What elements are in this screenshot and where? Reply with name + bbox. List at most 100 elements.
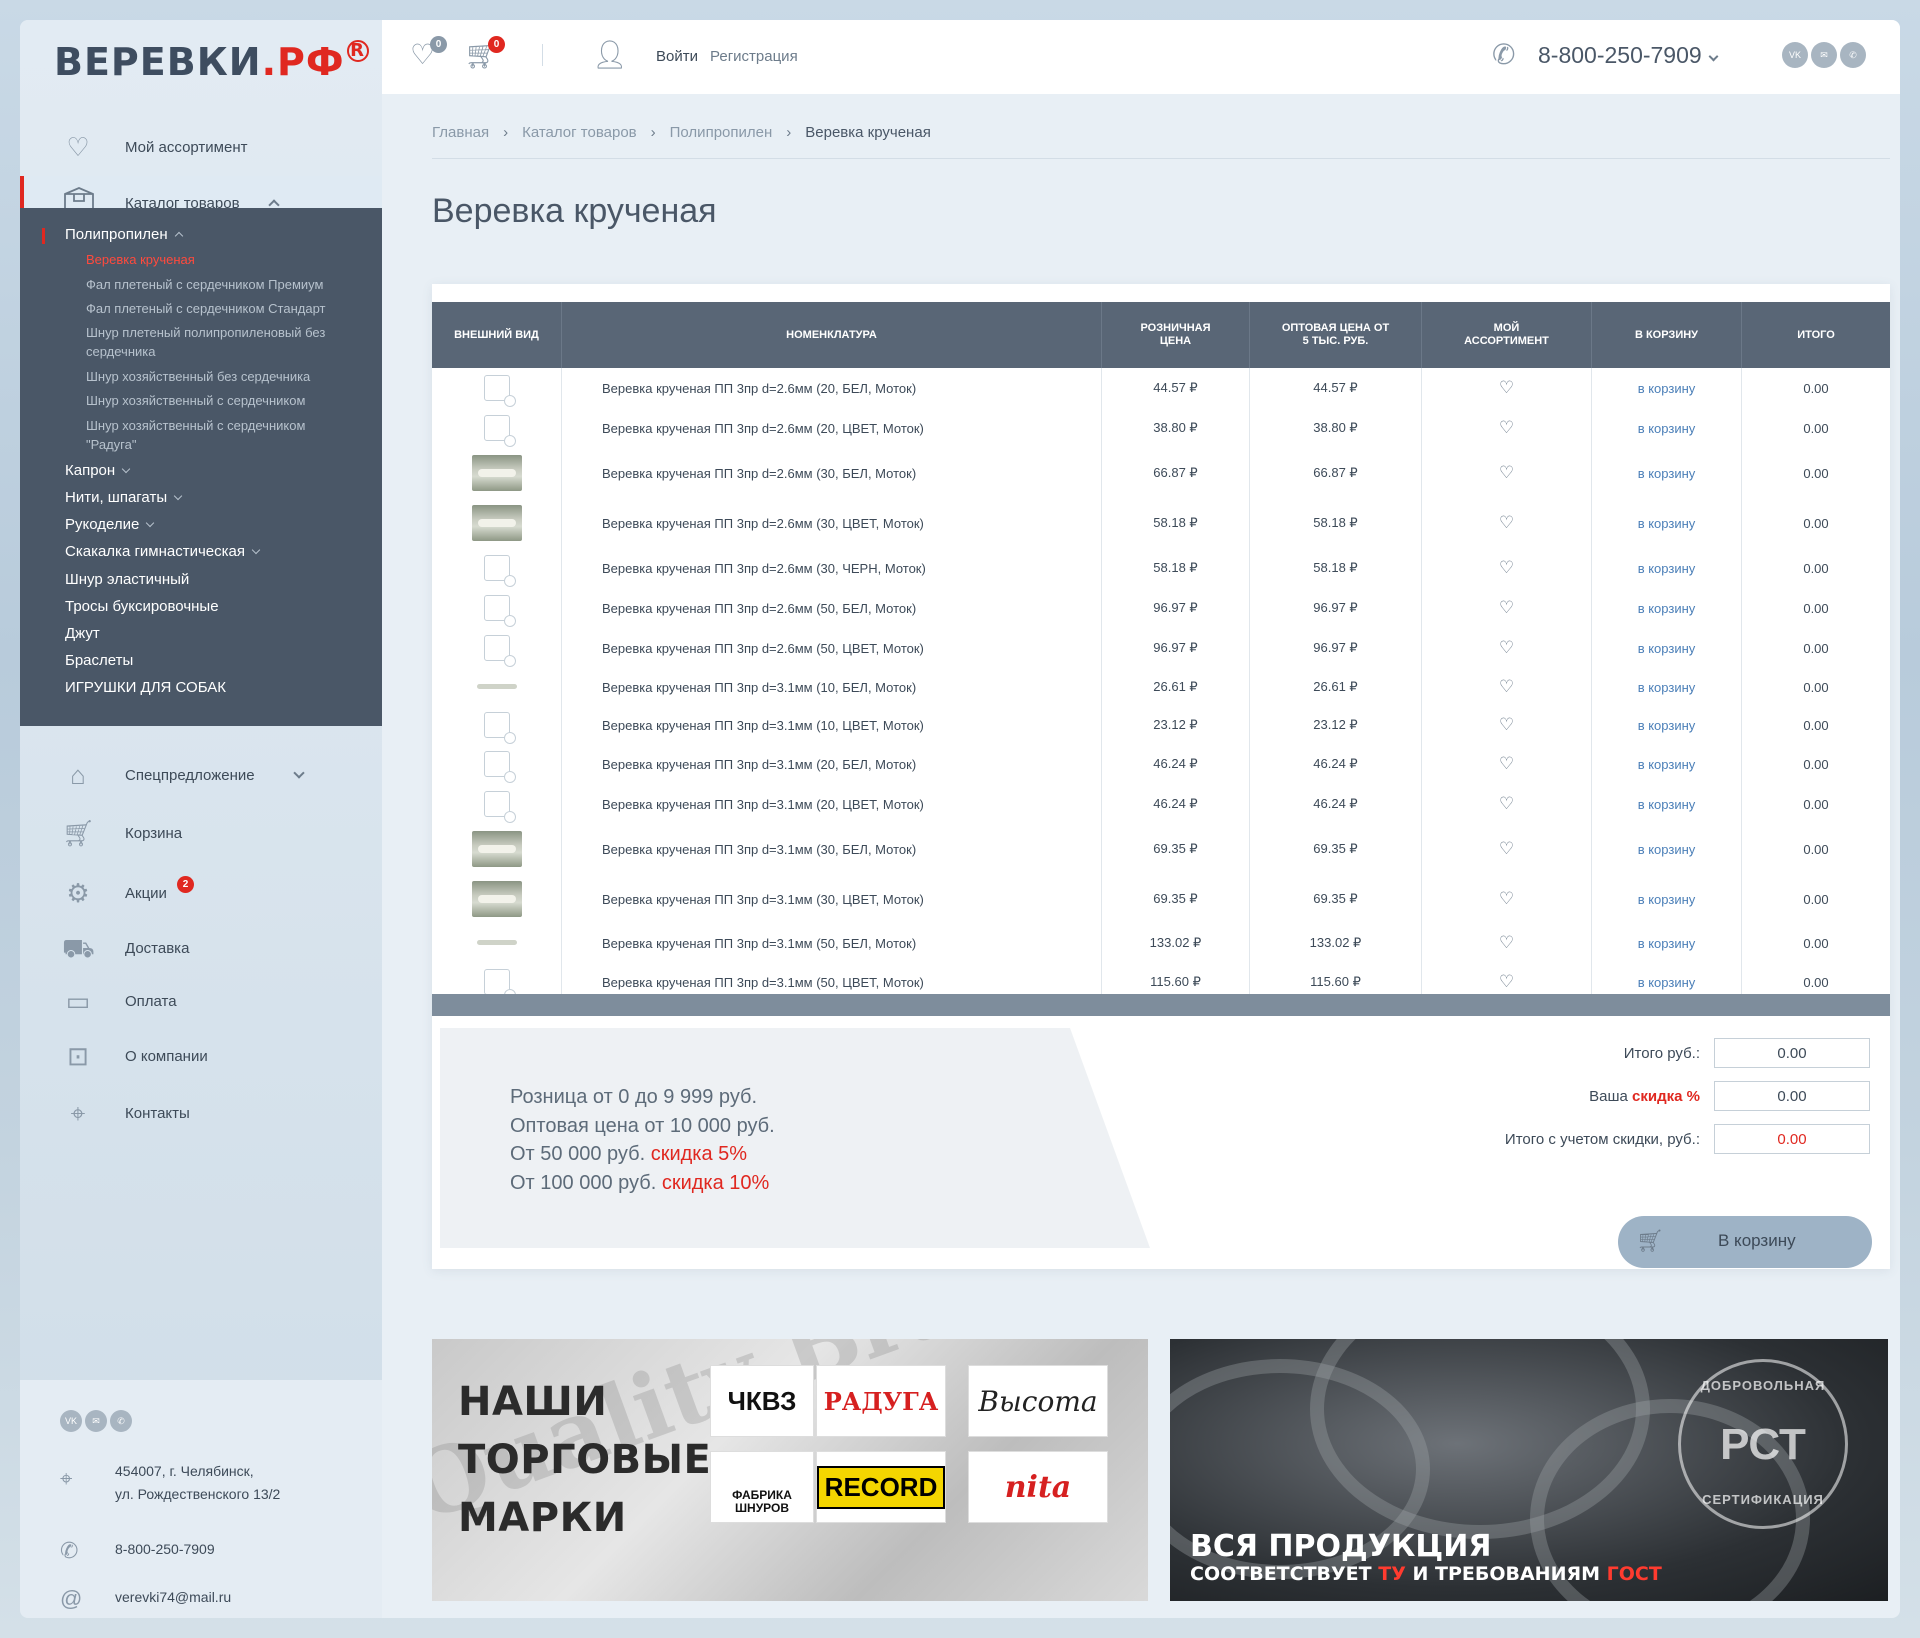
sidebar-item-promotions[interactable]: ⚙ Акции 2 <box>20 868 382 918</box>
product-photo[interactable] <box>471 831 522 867</box>
add-to-cart-link[interactable]: в корзину <box>1592 548 1742 588</box>
cell-name[interactable]: Веревка крученая ПП 3пр d=2.6мм (30, ЧЕР… <box>562 548 1102 588</box>
breadcrumb-catalog[interactable]: Каталог товаров <box>522 124 637 141</box>
sidebar-item-about[interactable]: ⊡ О компании <box>20 1031 382 1081</box>
sidebar-item-payment[interactable]: ▭ Оплата <box>20 976 382 1026</box>
heart-icon[interactable]: ♡ <box>1499 598 1514 618</box>
submenu-polypropylene[interactable]: Полипропилен <box>65 226 183 243</box>
cell-name[interactable]: Веревка крученая ПП 3пр d=2.6мм (20, БЕЛ… <box>562 368 1102 408</box>
heart-icon[interactable]: ♡ <box>1499 933 1514 953</box>
no-image-icon <box>483 635 516 667</box>
cell-assortment: ♡ <box>1422 368 1592 408</box>
cell-name[interactable]: Веревка крученая ПП 3пр d=3.1мм (20, БЕЛ… <box>562 744 1102 784</box>
mail-icon[interactable]: ✉ <box>1811 42 1837 68</box>
product-photo[interactable] <box>471 881 522 917</box>
add-to-cart-link[interactable]: в корзину <box>1592 784 1742 824</box>
heart-icon[interactable]: ♡ <box>1499 638 1514 658</box>
submenu-sub-item[interactable]: Шнур хозяйственный с сердечником <box>86 391 356 410</box>
submenu-item-elastic[interactable]: Шнур эластичный <box>65 571 189 588</box>
cell-assortment: ♡ <box>1422 824 1592 874</box>
heart-icon[interactable]: ♡ <box>1499 715 1514 735</box>
cell-name[interactable]: Веревка крученая ПП 3пр d=3.1мм (10, БЕЛ… <box>562 668 1102 706</box>
product-photo[interactable] <box>471 505 522 541</box>
heart-icon[interactable]: ♡ <box>1499 418 1514 438</box>
heart-icon[interactable]: ♡ <box>1499 754 1514 774</box>
heart-icon[interactable]: ♡ <box>1499 794 1514 814</box>
add-to-cart-link[interactable]: в корзину <box>1592 408 1742 448</box>
submenu-item-dog-toys[interactable]: ИГРУШКИ ДЛЯ СОБАК <box>65 679 226 696</box>
user-icon[interactable]: 👤︎ <box>592 38 628 71</box>
submenu-item-bracelets[interactable]: Браслеты <box>65 652 133 669</box>
add-to-cart-link[interactable]: в корзину <box>1592 448 1742 498</box>
trademarks-banner[interactable]: Quality Brand НАШИ ТОРГОВЫЕ МАРКИ ЧКВЗ Р… <box>432 1339 1148 1601</box>
viber-icon[interactable]: ✆ <box>110 1410 132 1432</box>
heart-icon[interactable]: ♡ <box>1499 839 1514 859</box>
add-to-cart-link[interactable]: в корзину <box>1592 628 1742 668</box>
add-to-cart-link[interactable]: в корзину <box>1592 368 1742 408</box>
heart-icon[interactable]: ♡ <box>1499 513 1514 533</box>
submenu-sub-item[interactable]: Фал плетеный с сердечником Стандарт <box>86 299 356 318</box>
add-to-cart-link[interactable]: в корзину <box>1592 824 1742 874</box>
sidebar-item-special-offer[interactable]: ⌂ Спецпредложение <box>20 750 382 800</box>
cell-name[interactable]: Веревка крученая ПП 3пр d=3.1мм (50, БЕЛ… <box>562 924 1102 962</box>
cell-name[interactable]: Веревка крученая ПП 3пр d=2.6мм (30, ЦВЕ… <box>562 498 1102 548</box>
add-to-cart-link[interactable]: в корзину <box>1592 924 1742 962</box>
heart-icon[interactable]: ♡ <box>1499 972 1514 992</box>
heart-icon[interactable]: ♡ <box>1499 558 1514 578</box>
sidebar-item-contacts[interactable]: ⌖ Контакты <box>20 1088 382 1138</box>
add-to-cart-link[interactable]: в корзину <box>1592 744 1742 784</box>
cell-name[interactable]: Веревка крученая ПП 3пр d=2.6мм (20, ЦВЕ… <box>562 408 1102 448</box>
product-photo[interactable] <box>476 936 517 950</box>
certification-banner[interactable]: ДОБРОВОЛЬНАЯ РСТ СЕРТИФИКАЦИЯ ВСЯ ПРОДУК… <box>1170 1339 1888 1601</box>
cell-name[interactable]: Веревка крученая ПП 3пр d=3.1мм (30, ЦВЕ… <box>562 874 1102 924</box>
add-to-cart-link[interactable]: в корзину <box>1592 706 1742 744</box>
submenu-item-threads[interactable]: Нити, шпагаты <box>65 489 183 506</box>
vk-icon[interactable]: VK <box>1782 42 1808 68</box>
submenu-item-jute[interactable]: Джут <box>65 625 100 642</box>
heart-icon[interactable]: ♡ <box>1499 677 1514 697</box>
submenu-sub-item[interactable]: Шнур хозяйственный с сердечником "Радуга… <box>86 416 356 454</box>
vk-icon[interactable]: VK <box>60 1410 82 1432</box>
logo[interactable]: ВЕРЕВКИ.РФ R <box>54 40 369 84</box>
table-footer-bar <box>432 994 1890 1016</box>
cell-name[interactable]: Веревка крученая ПП 3пр d=2.6мм (30, БЕЛ… <box>562 448 1102 498</box>
breadcrumb-home[interactable]: Главная <box>432 124 489 141</box>
cell-retail-price: 26.61 ₽ <box>1102 668 1250 706</box>
cell-name[interactable]: Веревка крученая ПП 3пр d=2.6мм (50, БЕЛ… <box>562 588 1102 628</box>
header-phone[interactable]: 8-800-250-7909 <box>1538 42 1719 69</box>
product-photo[interactable] <box>476 680 517 694</box>
cell-total: 0.00 <box>1803 679 1829 695</box>
submenu-sub-item-active[interactable]: Веревка крученая <box>86 250 356 269</box>
submenu-item-jump-rope[interactable]: Скакалка гимнастическая <box>65 543 261 560</box>
breadcrumb-category[interactable]: Полипропилен <box>670 124 773 141</box>
heart-icon[interactable]: ♡ <box>1499 463 1514 483</box>
sidebar-item-my-assortment[interactable]: ♡ Мой ассортимент <box>20 122 382 172</box>
cell-name[interactable]: Веревка крученая ПП 3пр d=3.1мм (10, ЦВЕ… <box>562 706 1102 744</box>
heart-icon[interactable]: ♡ <box>1499 378 1514 398</box>
add-to-cart-link[interactable]: в корзину <box>1592 498 1742 548</box>
submenu-item-handicraft[interactable]: Рукоделие <box>65 516 155 533</box>
submenu-item-tow-ropes[interactable]: Тросы буксировочные <box>65 598 219 615</box>
add-to-cart-link[interactable]: в корзину <box>1592 588 1742 628</box>
cell-name[interactable]: Веревка крученая ПП 3пр d=3.1мм (30, БЕЛ… <box>562 824 1102 874</box>
add-to-cart-link[interactable]: в корзину <box>1592 668 1742 706</box>
sidebar-item-cart[interactable]: 🛒︎ Корзина <box>20 808 382 858</box>
login-link[interactable]: Войти <box>656 48 698 65</box>
mail-icon[interactable]: ✉ <box>85 1410 107 1432</box>
submenu-sub-item[interactable]: Шнур плетеный полипропиленовый без серде… <box>86 323 356 361</box>
product-photo[interactable] <box>471 455 522 491</box>
sidebar-item-delivery[interactable]: ⛟ Доставка <box>20 923 382 973</box>
sidebar-item-label: Оплата <box>125 992 177 1010</box>
header-social-links: VK ✉ ✆ <box>1782 42 1869 68</box>
cell-name[interactable]: Веревка крученая ПП 3пр d=3.1мм (20, ЦВЕ… <box>562 784 1102 824</box>
add-to-cart-button[interactable]: 🛒︎ В корзину <box>1618 1216 1872 1268</box>
viber-icon[interactable]: ✆ <box>1840 42 1866 68</box>
register-link[interactable]: Регистрация <box>710 48 798 65</box>
submenu-item-kapron[interactable]: Капрон <box>65 462 131 479</box>
add-to-cart-link[interactable]: в корзину <box>1592 874 1742 924</box>
heart-icon[interactable]: ♡ <box>1499 889 1514 909</box>
submenu-sub-item[interactable]: Фал плетеный с сердечником Премиум <box>86 275 356 294</box>
page-title: Веревка крученая <box>432 192 717 230</box>
submenu-sub-item[interactable]: Шнур хозяйственный без сердечника <box>86 367 356 386</box>
cell-name[interactable]: Веревка крученая ПП 3пр d=2.6мм (50, ЦВЕ… <box>562 628 1102 668</box>
